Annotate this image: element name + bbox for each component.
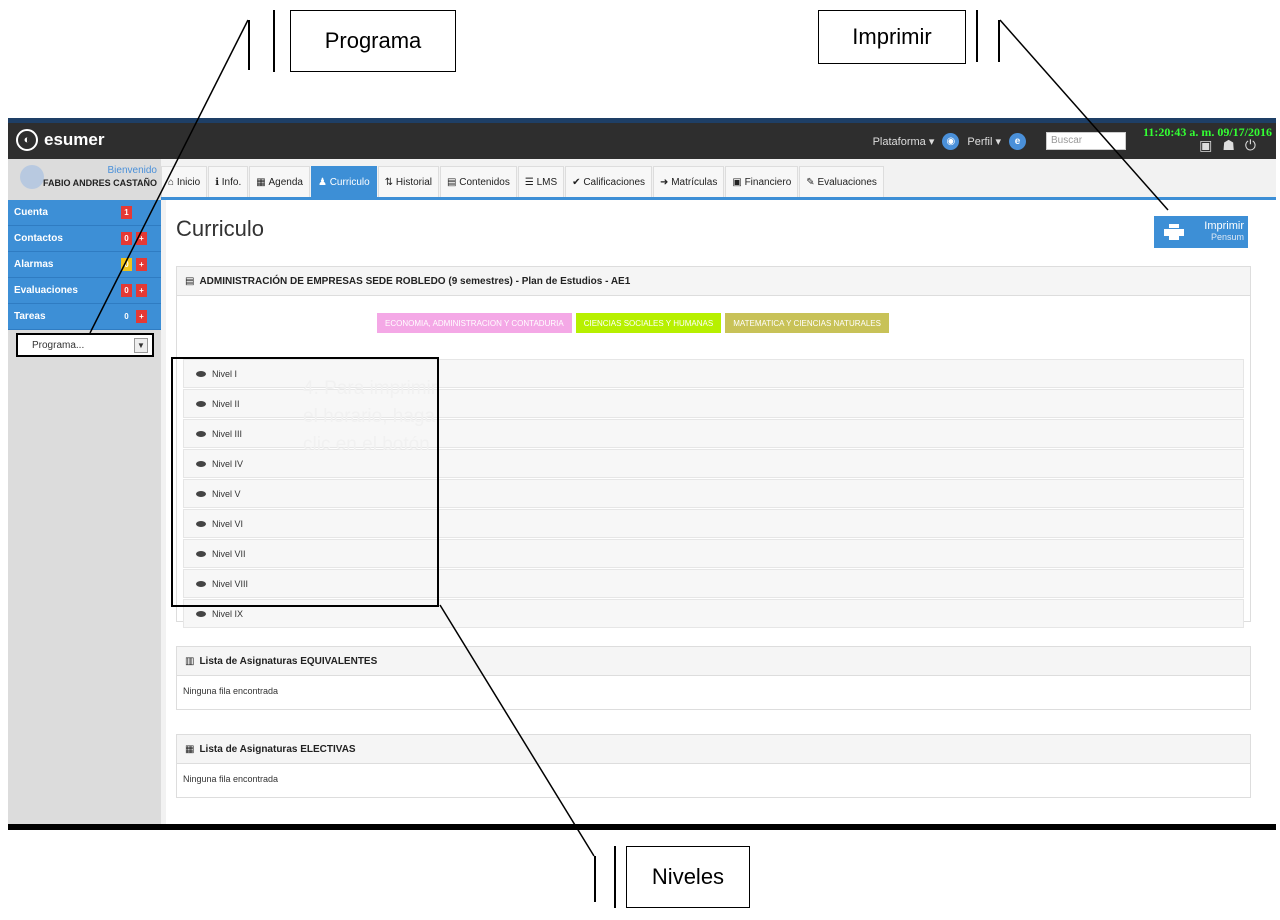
callout-text: Niveles	[651, 864, 725, 889]
programa-callout: Programa	[290, 10, 456, 72]
niveles-highlight-box	[171, 357, 439, 607]
niveles-callout: Niveles	[626, 846, 750, 908]
imprimir-bracket	[976, 10, 978, 62]
niveles-pointer	[439, 604, 595, 857]
callout-text: Imprimir	[852, 24, 932, 49]
annotation-lines	[89, 19, 1169, 857]
imprimir-bracket	[998, 20, 1000, 62]
imprimir-callout: Imprimir	[818, 10, 966, 64]
programa-bracket	[273, 10, 275, 72]
programa-bracket	[248, 20, 250, 70]
callout-text: Programa	[324, 28, 422, 53]
niveles-bracket	[594, 856, 596, 902]
niveles-bracket	[614, 846, 616, 908]
imprimir-pointer	[999, 19, 1169, 211]
programa-pointer	[89, 19, 249, 334]
